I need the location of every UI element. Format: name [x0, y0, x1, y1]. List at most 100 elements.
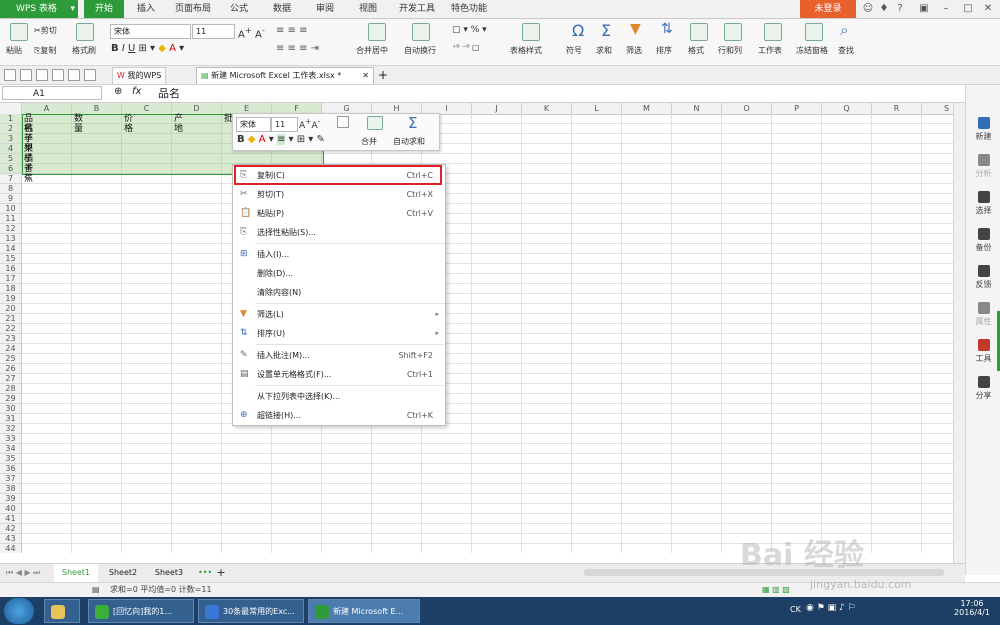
- merge-center-icon[interactable]: [368, 23, 386, 41]
- spreadsheet-grid[interactable]: ABCDEFGHIJKLMNOPQRS 1 2 3 4 5 6 7 8 9 10 11 12 13 14 1…: [0, 103, 953, 553]
- help-icon[interactable]: ?: [892, 2, 908, 16]
- shirt-icon[interactable]: ♦: [876, 2, 892, 16]
- table-style-icon[interactable]: [522, 23, 540, 41]
- row-header[interactable]: 30: [0, 404, 22, 414]
- restore-ribbon-icon[interactable]: ▣: [916, 2, 932, 16]
- column-header[interactable]: K: [522, 103, 572, 114]
- row-header[interactable]: 7: [0, 174, 22, 184]
- row-header[interactable]: 18: [0, 284, 22, 294]
- mini-style-buttons[interactable]: B ◆ A ▾ ≡ ▾ ⊞ ▾ ✎: [237, 134, 325, 145]
- mini-grow-font-icon[interactable]: A+A-: [299, 117, 320, 131]
- paste-icon[interactable]: [10, 23, 28, 41]
- row-header[interactable]: 16: [0, 264, 22, 274]
- tray-icons[interactable]: ◉ ⚑ ▣ ♪ ⚐: [806, 603, 856, 613]
- row-header[interactable]: 37: [0, 474, 22, 484]
- column-header[interactable]: N: [672, 103, 722, 114]
- add-sheet-icon[interactable]: +: [214, 564, 228, 582]
- side-panel-item[interactable]: 分析: [966, 150, 1000, 184]
- side-panel-item[interactable]: 属性: [966, 298, 1000, 332]
- column-header[interactable]: P: [772, 103, 822, 114]
- side-panel-item[interactable]: 备份: [966, 224, 1000, 258]
- tab-review[interactable]: 审阅: [311, 0, 339, 18]
- column-header[interactable]: Q: [822, 103, 872, 114]
- row-header[interactable]: 44: [0, 544, 22, 553]
- symbol-icon[interactable]: Ω: [572, 21, 584, 40]
- cell[interactable]: 品名: [22, 114, 33, 134]
- sort-button[interactable]: 排序: [656, 45, 672, 56]
- row-header[interactable]: 24: [0, 344, 22, 354]
- mini-merge-button[interactable]: 合并: [361, 136, 377, 147]
- row-header[interactable]: 35: [0, 454, 22, 464]
- grow-font-icon[interactable]: A+ A-: [238, 25, 265, 40]
- row-header[interactable]: 23: [0, 334, 22, 344]
- row-header[interactable]: 9: [0, 194, 22, 204]
- column-header[interactable]: L: [572, 103, 622, 114]
- row-header[interactable]: 22: [0, 324, 22, 334]
- view-mode-icons[interactable]: ▦ ▥ ▧: [762, 583, 790, 597]
- mini-bold-button[interactable]: B: [237, 134, 245, 145]
- row-header[interactable]: 32: [0, 424, 22, 434]
- row-header[interactable]: 36: [0, 464, 22, 474]
- row-header[interactable]: 20: [0, 304, 22, 314]
- row-header[interactable]: 3: [0, 134, 22, 144]
- taskbar-item-browser[interactable]: [回忆向]我的1...: [88, 599, 194, 623]
- cell[interactable]: 数量: [72, 114, 83, 134]
- paste-button[interactable]: 粘贴: [6, 45, 22, 56]
- row-header[interactable]: 21: [0, 314, 22, 324]
- tab-developer[interactable]: 开发工具: [394, 0, 440, 18]
- row-header[interactable]: 15: [0, 254, 22, 264]
- mini-sum-icon[interactable]: Σ: [408, 114, 417, 132]
- row-header[interactable]: 38: [0, 484, 22, 494]
- cell[interactable]: 桃子: [22, 124, 33, 144]
- row-header[interactable]: 1: [0, 114, 22, 124]
- context-menu-item[interactable]: ✎ 插入批注(M)... Shift+F2: [233, 346, 445, 365]
- zoom-icon[interactable]: ⊕: [114, 86, 122, 97]
- tab-my-wps[interactable]: W 我的WPS: [112, 67, 167, 85]
- taskbar-item-wps-writer[interactable]: 30条最常用的Exc...: [198, 599, 304, 623]
- font-size-select[interactable]: 11: [192, 24, 235, 39]
- row-column-button[interactable]: 行和列: [718, 45, 742, 56]
- row-header[interactable]: 8: [0, 184, 22, 194]
- column-header[interactable]: O: [722, 103, 772, 114]
- preview-icon[interactable]: [52, 69, 64, 81]
- side-panel-item[interactable]: 反馈: [966, 261, 1000, 295]
- row-header[interactable]: 14: [0, 244, 22, 254]
- context-menu-item[interactable]: 删除(D)...: [233, 264, 445, 283]
- fx-button[interactable]: fx: [132, 86, 141, 97]
- cut-button[interactable]: ✂剪切: [34, 25, 57, 36]
- decimal-buttons[interactable]: ⁺⁰ ⁻⁰ ▢: [452, 43, 480, 52]
- merge-center-button[interactable]: 合并居中: [356, 45, 388, 56]
- new-tab-icon[interactable]: +: [378, 66, 388, 84]
- format-icon[interactable]: [690, 23, 708, 41]
- row-header[interactable]: 4: [0, 144, 22, 154]
- row-header[interactable]: 41: [0, 514, 22, 524]
- format-button[interactable]: 格式: [688, 45, 704, 56]
- copy-button[interactable]: ⎘复制: [34, 45, 56, 56]
- minimize-icon[interactable]: –: [938, 2, 954, 16]
- row-header[interactable]: 28: [0, 384, 22, 394]
- undo-icon[interactable]: [68, 69, 80, 81]
- cell[interactable]: 橘子: [22, 154, 33, 174]
- tab-document[interactable]: ▤ 新建 Microsoft Excel 工作表.xlsx * ✕: [196, 67, 374, 84]
- context-menu-item[interactable]: ⊕ 超链接(H)... Ctrl+K: [233, 406, 445, 425]
- worksheet-icon[interactable]: [764, 23, 782, 41]
- wrap-text-icon[interactable]: [412, 23, 430, 41]
- row-header[interactable]: 10: [0, 204, 22, 214]
- context-menu-item[interactable]: ⎘ 选择性粘贴(S)...: [233, 223, 445, 242]
- column-header[interactable]: M: [622, 103, 672, 114]
- row-header[interactable]: 13: [0, 234, 22, 244]
- sheet-tab-3[interactable]: Sheet3: [148, 564, 190, 582]
- row-header[interactable]: 26: [0, 364, 22, 374]
- format-painter-icon[interactable]: [76, 23, 94, 41]
- context-menu-item[interactable]: ✂ 剪切(T) Ctrl+X: [233, 185, 445, 204]
- column-header[interactable]: R: [872, 103, 922, 114]
- freeze-panes-icon[interactable]: [805, 23, 823, 41]
- tab-home[interactable]: 开始: [84, 0, 124, 18]
- context-menu-item[interactable]: ▤ 设置单元格格式(F)... Ctrl+1: [233, 365, 445, 384]
- skin-icon[interactable]: ☺: [860, 2, 876, 16]
- select-all-corner[interactable]: [0, 103, 22, 114]
- table-style-button[interactable]: 表格样式: [510, 45, 542, 56]
- start-button[interactable]: [4, 598, 34, 624]
- cell[interactable]: 苹果: [22, 134, 33, 154]
- tab-page-layout[interactable]: 页面布局: [170, 0, 216, 18]
